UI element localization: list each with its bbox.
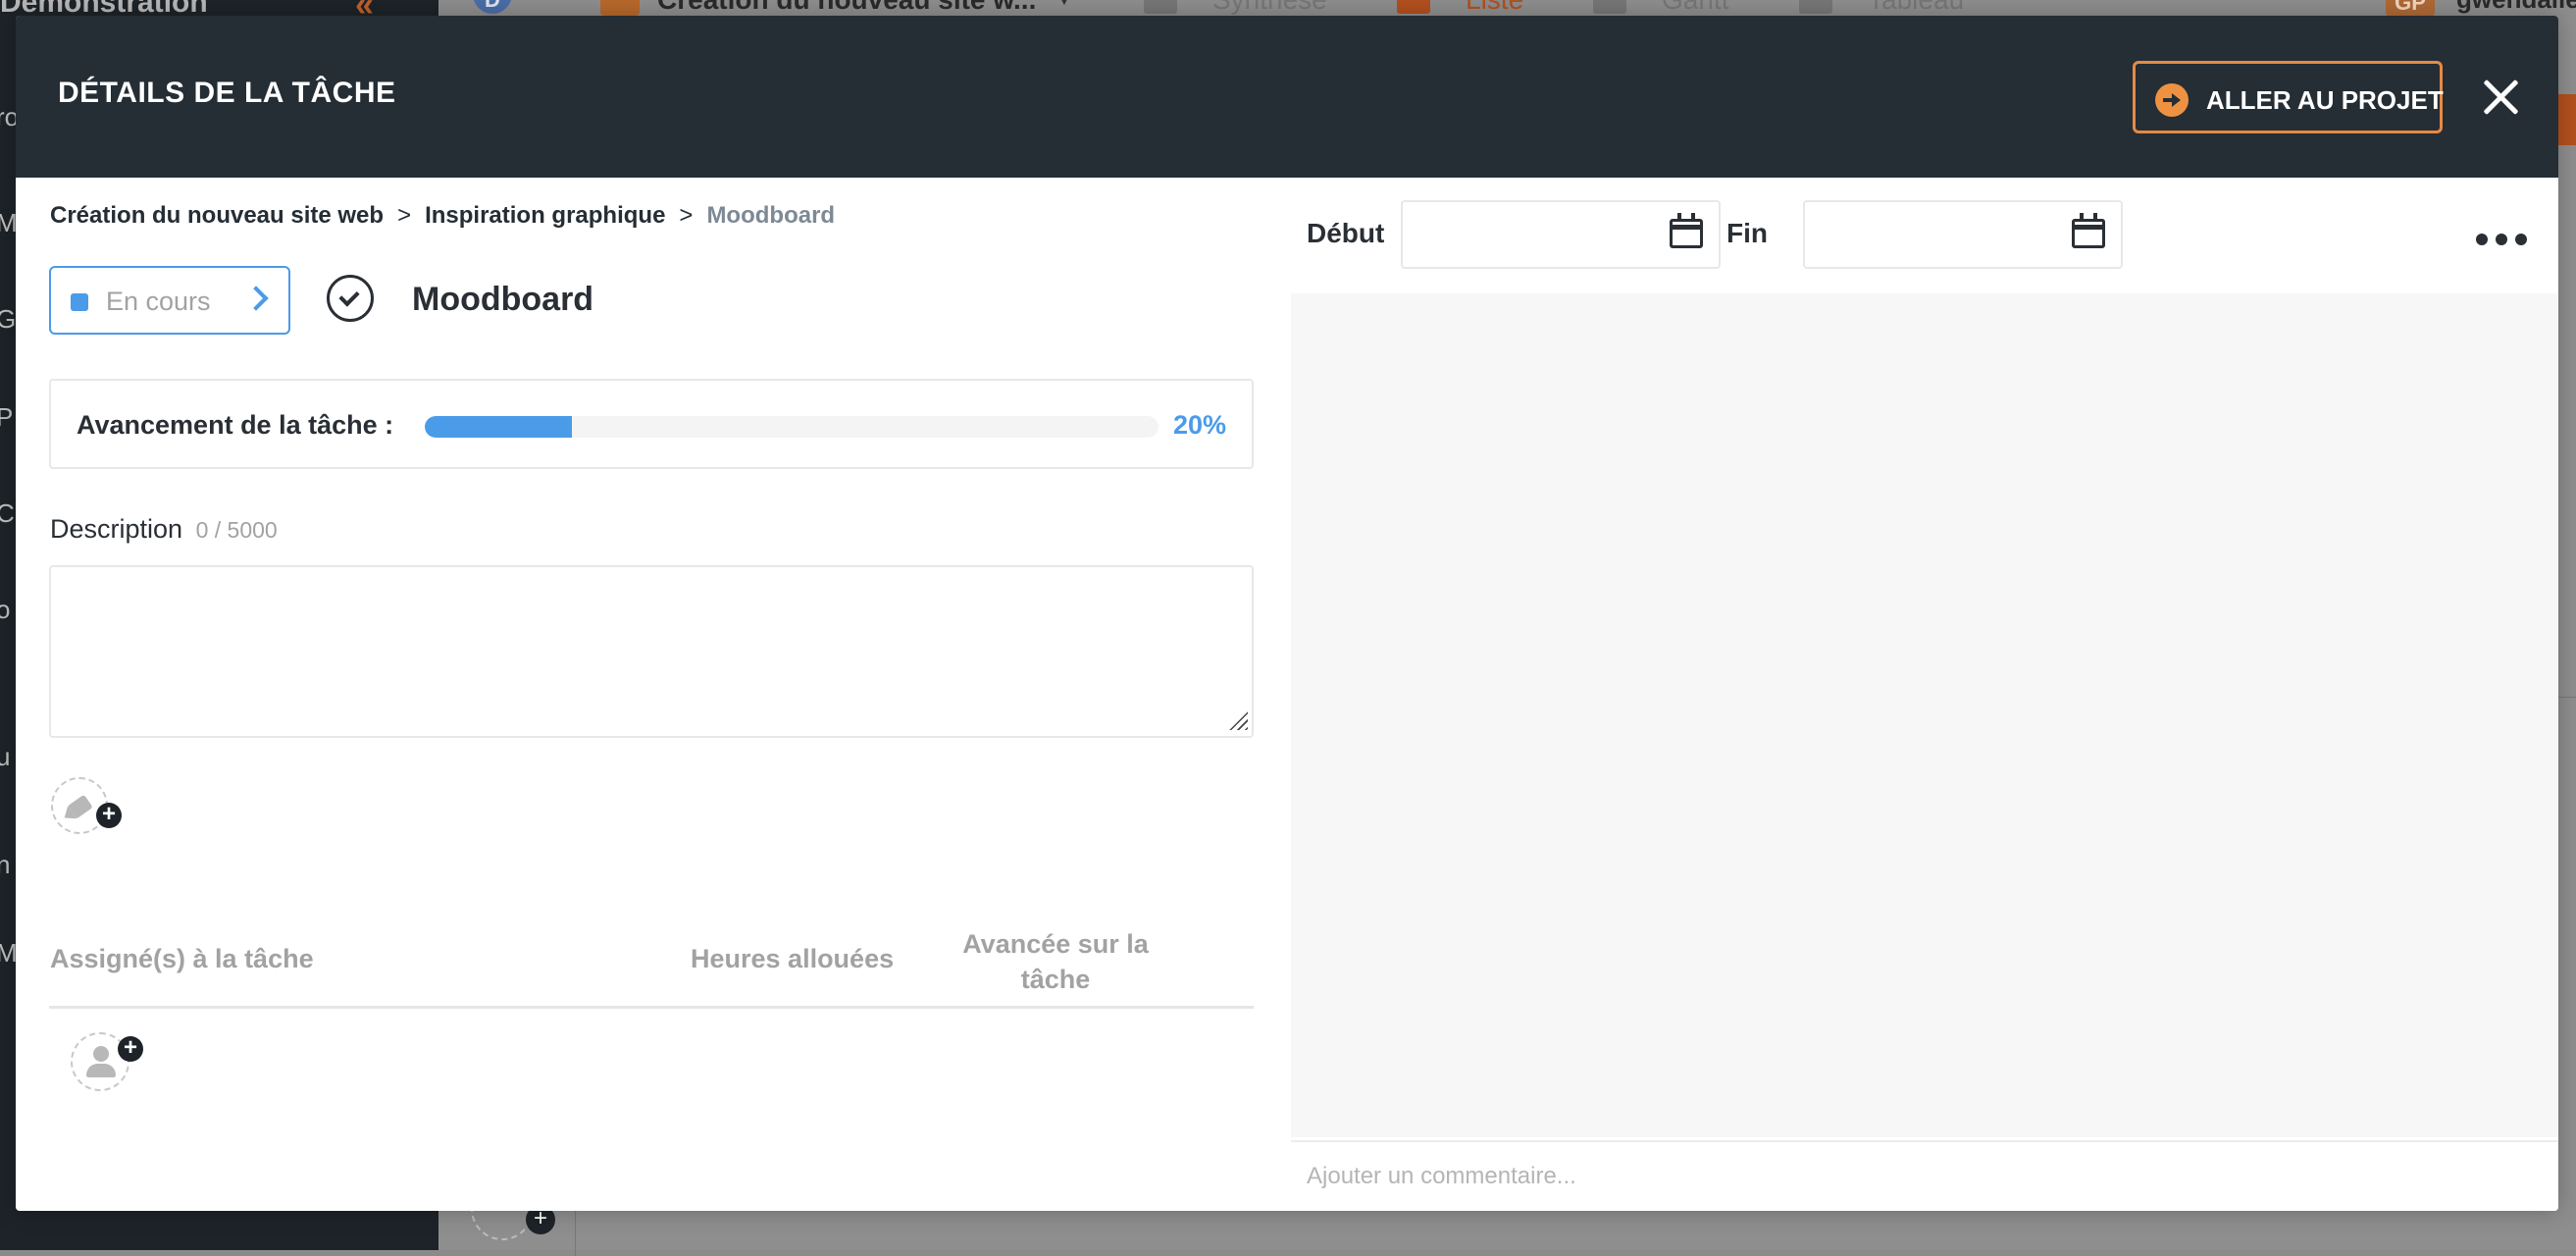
project-selector: Création du nouveau site w... (657, 0, 1036, 16)
start-date-field[interactable] (1401, 200, 1721, 269)
chevron-right-icon (243, 286, 269, 311)
gantt-tab-icon (1593, 0, 1626, 14)
go-to-project-label: ALLER AU PROJET (2206, 85, 2444, 115)
check-circle-icon[interactable] (327, 275, 374, 322)
sidebar-item-partial: G (0, 304, 17, 334)
breadcrumb-separator: > (397, 202, 412, 229)
progress-slider[interactable] (425, 416, 1159, 438)
status-button[interactable]: En cours (49, 266, 290, 335)
tab-liste: Liste (1466, 0, 1523, 16)
sidebar-item-partial: P (0, 402, 14, 432)
breadcrumb: Création du nouveau site web > Inspiration… (50, 202, 835, 230)
chevron-down-icon: ▼ (1055, 0, 1074, 11)
status-color-indicator (71, 293, 88, 311)
comment-input[interactable] (1291, 1140, 2558, 1211)
go-to-project-button[interactable]: ALLER AU PROJET (2133, 61, 2444, 133)
close-icon[interactable] (2476, 73, 2525, 122)
breadcrumb-project[interactable]: Création du nouveau site web (50, 202, 384, 229)
progress-fill (425, 416, 572, 438)
end-date-field[interactable] (1803, 200, 2123, 269)
comments-feed (1291, 293, 2558, 1137)
folder-icon (600, 0, 640, 16)
task-title[interactable]: Moodboard (412, 281, 593, 319)
description-title: Description (50, 514, 183, 544)
sidebar-item-partial: u (0, 742, 11, 771)
table-divider (49, 1006, 1254, 1009)
end-date-label: Fin (1726, 218, 1768, 248)
sidebar-item-partial: o (0, 595, 11, 624)
calendar-icon[interactable] (2072, 213, 2105, 248)
status-label: En cours (106, 287, 211, 316)
tab-tableau: Tableau (1868, 0, 1964, 16)
breadcrumb-phase[interactable]: Inspiration graphique (425, 202, 665, 229)
arrow-right-circle-icon (2155, 83, 2189, 117)
user-icon (93, 1046, 109, 1062)
start-date-label: Début (1307, 218, 1385, 248)
modal-title: DÉTAILS DE LA TÂCHE (58, 77, 396, 109)
breadcrumb-separator: > (679, 202, 694, 229)
progress-panel: Avancement de la tâche : 20% (49, 379, 1254, 469)
more-icon[interactable] (2476, 230, 2531, 251)
tag-icon (68, 794, 93, 819)
task-details-modal: DÉTAILS DE LA TÂCHE ALLER AU PROJET Créa… (16, 16, 2558, 1211)
column-header-assignees: Assigné(s) à la tâche (50, 944, 314, 973)
column-header-progress: Avancée sur la tâche (962, 929, 1149, 994)
calendar-icon[interactable] (1670, 213, 1703, 248)
user-name: gwendalle (2456, 0, 2576, 15)
plus-icon: + (96, 803, 122, 828)
liste-tab-icon (1397, 0, 1430, 14)
progress-percentage: 20% (1173, 410, 1227, 440)
sidebar-item-partial: n (0, 850, 11, 879)
description-input[interactable] (49, 565, 1254, 738)
synthese-tab-icon (1144, 0, 1177, 14)
tab-synthese: Synthèse (1212, 0, 1327, 16)
tab-gantt: Gantt (1662, 0, 1728, 16)
progress-label: Avancement de la tâche : (77, 410, 394, 440)
modal-header: DÉTAILS DE LA TÂCHE ALLER AU PROJET (16, 16, 2558, 178)
tableau-tab-icon (1799, 0, 1832, 14)
user-icon-body (86, 1064, 116, 1077)
description-label: Description 0 / 5000 (50, 514, 278, 545)
sidebar-item-partial: C (0, 498, 15, 528)
column-header-hours: Heures allouées (691, 944, 895, 973)
background-divider (2558, 697, 2576, 698)
breadcrumb-current: Moodboard (706, 202, 836, 229)
plus-icon: + (118, 1036, 143, 1062)
description-char-count: 0 / 5000 (195, 517, 278, 543)
